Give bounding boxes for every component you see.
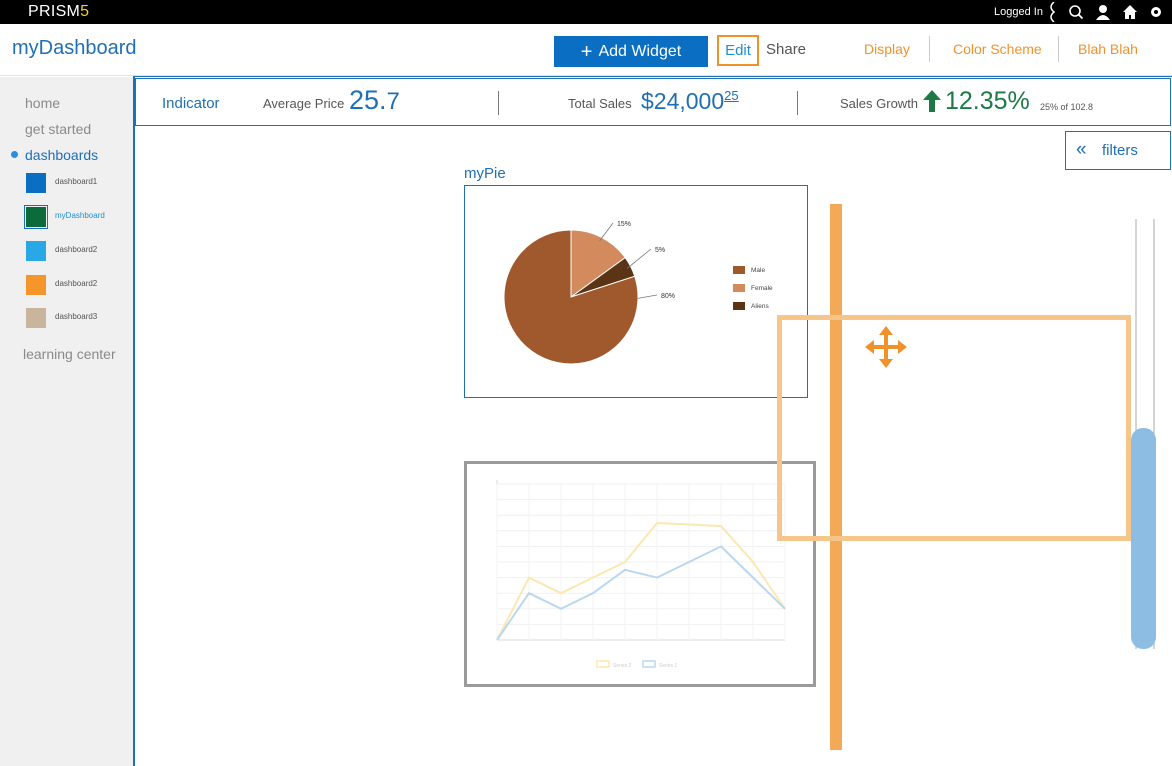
legend-label: Series 1: [659, 663, 678, 669]
total-sales-label: Total Sales: [568, 96, 632, 111]
add-widget-button[interactable]: + Add Widget: [554, 36, 708, 67]
average-price-label: Average Price: [263, 96, 345, 111]
dashboard-label: dashboard2: [55, 245, 98, 254]
move-icon[interactable]: [865, 326, 907, 368]
color-scheme-link[interactable]: Color Scheme: [953, 41, 1042, 57]
header: myDashboard + Add Widget Edit Share Disp…: [0, 24, 1172, 76]
legend-label: Male: [751, 267, 765, 274]
brand-logo: PRISM5: [28, 3, 90, 20]
sales-growth-value: 12.35%: [945, 87, 1030, 115]
pie-chart: 80% 15% 5% Male Female Aliens: [503, 221, 773, 365]
sidebar: home get started dashboards dashboard1 m…: [0, 77, 133, 766]
active-indicator-dot: [11, 151, 18, 158]
wavy-divider-icon: [1050, 2, 1056, 22]
pie-widget[interactable]: 80% 15% 5% Male Female Aliens: [464, 185, 808, 398]
legend-swatch: [596, 660, 610, 668]
average-price-value: 25.7: [349, 85, 400, 115]
edit-button[interactable]: Edit: [717, 35, 759, 66]
pie-leader-line: [626, 248, 652, 269]
plus-icon: +: [580, 40, 593, 63]
pie-leader-line: [637, 294, 658, 299]
dashboard-color-swatch: [24, 205, 48, 229]
drag-placeholder-frame[interactable]: [777, 315, 1131, 541]
search-icon[interactable]: [1068, 4, 1084, 20]
filters-label: filters: [1102, 142, 1138, 159]
filters-button[interactable]: « filters: [1065, 131, 1171, 170]
sales-growth-note: 25% of 102.8: [1040, 102, 1094, 112]
sidebar-item-learning-center[interactable]: learning center: [23, 346, 116, 362]
total-sales-value: $24,00025: [641, 88, 739, 114]
dashboard-color-swatch: [26, 308, 46, 328]
up-arrow-icon: [923, 90, 941, 112]
sidebar-item-dashboards[interactable]: dashboards: [25, 147, 98, 163]
pie-data-label: 80%: [661, 293, 675, 300]
legend-swatch: [642, 660, 656, 668]
dashboard-color-swatch: [26, 275, 46, 295]
indicator-divider: [797, 91, 798, 115]
legend-swatch: [733, 302, 745, 310]
logged-in-label: Logged In: [994, 6, 1043, 18]
user-icon[interactable]: [1095, 4, 1111, 20]
top-bar: PRISM5 Logged In: [0, 0, 1172, 24]
indicator-divider: [498, 91, 499, 115]
page-title: myDashboard: [12, 37, 137, 59]
legend-label: Female: [751, 285, 773, 292]
legend-label: Series 2: [613, 663, 632, 669]
indicator-bar: Indicator Average Price 25.7 Total Sales…: [135, 78, 1171, 126]
header-divider: [1058, 36, 1059, 62]
pie-widget-title: myPie: [464, 165, 506, 182]
dashboard-label: dashboard1: [55, 177, 98, 186]
home-icon[interactable]: [1122, 4, 1138, 20]
double-chevron-left-icon: «: [1076, 139, 1087, 160]
pie-leader-line: [599, 222, 614, 242]
dashboard-label: dashboard2: [55, 279, 98, 288]
dashboard-label: dashboard3: [55, 312, 98, 321]
header-divider: [929, 36, 930, 62]
legend-swatch: [733, 266, 745, 274]
dashboard-color-swatch: [26, 241, 46, 261]
add-widget-label: Add Widget: [598, 42, 682, 60]
indicator-title: Indicator: [162, 95, 220, 112]
line-series-series-2[interactable]: [496, 521, 786, 641]
blah-blah-link[interactable]: Blah Blah: [1078, 41, 1138, 57]
pie-data-label: 15%: [617, 221, 631, 228]
settings-icon[interactable]: [1150, 6, 1162, 18]
pie-data-label: 5%: [655, 247, 665, 254]
sidebar-item-get-started[interactable]: get started: [25, 121, 91, 137]
sales-growth-label: Sales Growth: [840, 96, 919, 111]
dashboard-label: myDashboard: [55, 211, 105, 220]
display-link[interactable]: Display: [864, 41, 910, 57]
line-chart-widget[interactable]: Series 2 Series 1: [464, 461, 816, 687]
line-chart: Series 2 Series 1: [496, 480, 786, 669]
legend-swatch: [733, 284, 745, 292]
dashboard-color-swatch: [26, 173, 46, 193]
sidebar-item-home[interactable]: home: [25, 95, 60, 111]
share-button[interactable]: Share: [766, 41, 806, 58]
scrollbar-thumb[interactable]: [1131, 428, 1156, 649]
legend-label: Aliens: [751, 303, 769, 310]
